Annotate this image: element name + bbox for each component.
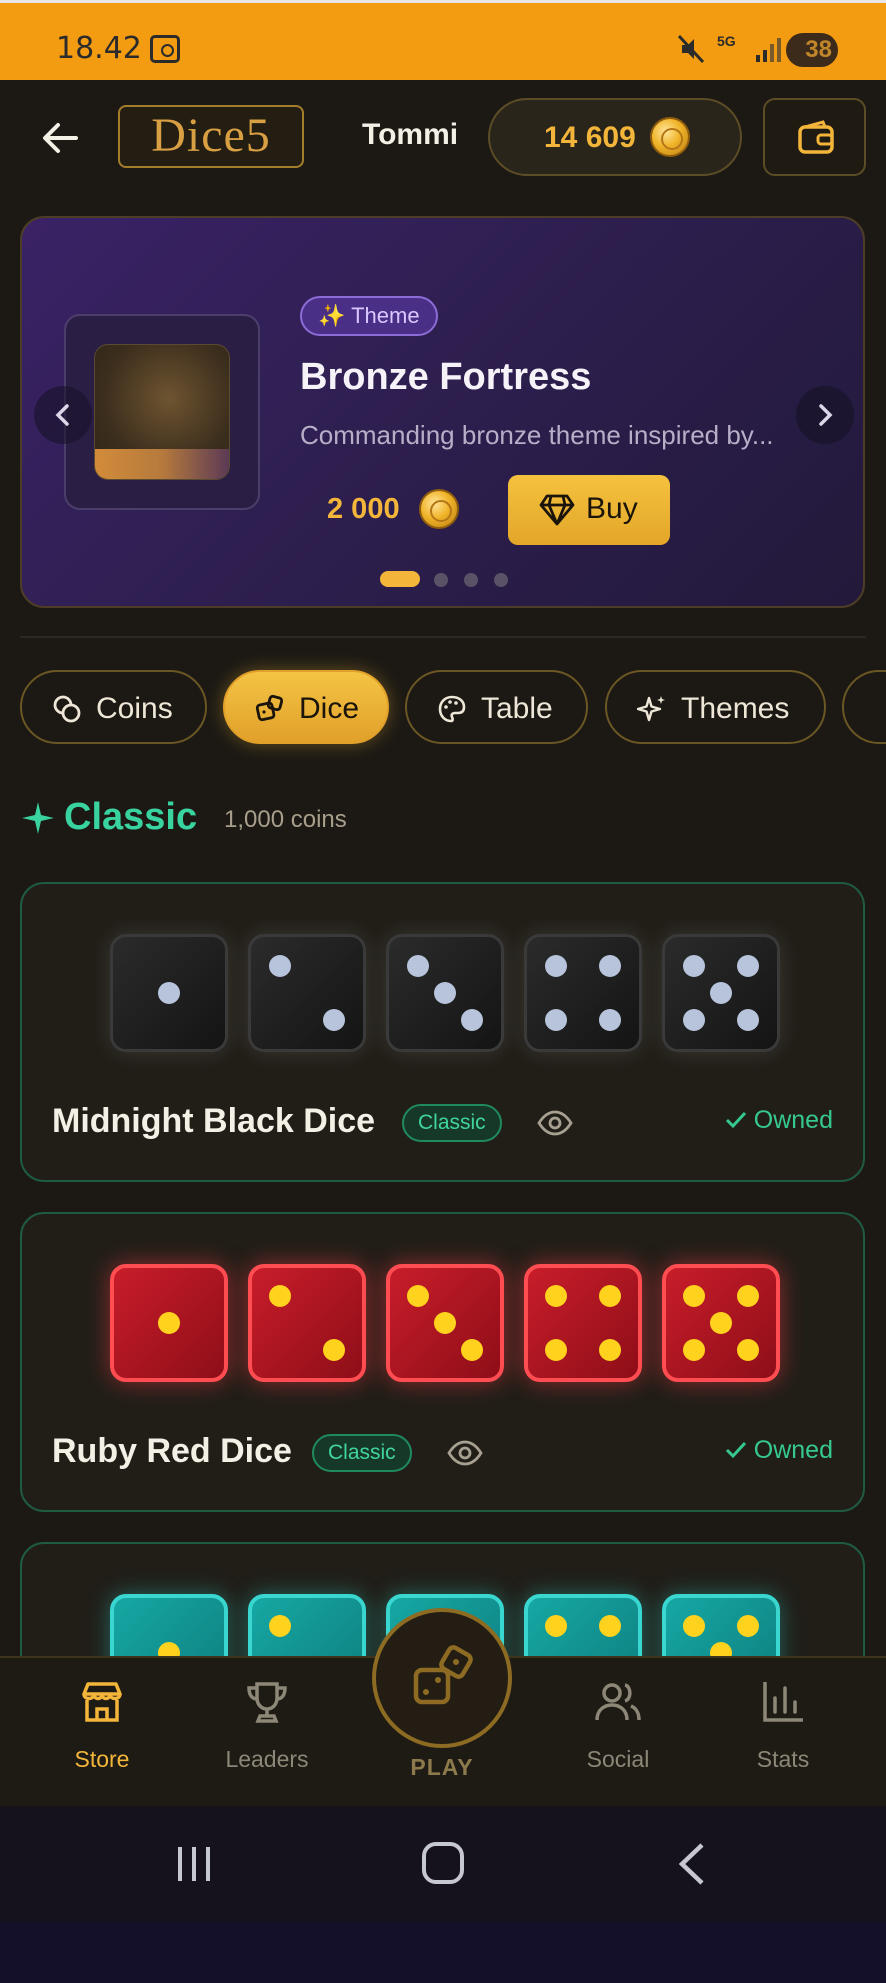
system-nav-bar: [0, 1806, 886, 1922]
promo-carousel: ✨ Theme Bronze Fortress Commanding bronz…: [20, 216, 865, 608]
divider: [20, 636, 866, 638]
battery-indicator: 38: [786, 33, 838, 67]
eye-icon[interactable]: [536, 1104, 574, 1142]
users-icon: [595, 1683, 641, 1721]
check-icon: [725, 1441, 746, 1459]
diamond-icon: [539, 494, 575, 526]
coin-icon: [419, 489, 459, 529]
mute-icon: [677, 34, 705, 64]
store-icon: [82, 1682, 122, 1722]
tab-label: Themes: [681, 692, 790, 725]
play-button[interactable]: [372, 1608, 512, 1748]
wallet-icon: [798, 120, 834, 154]
carousel-dot[interactable]: [464, 573, 478, 587]
die-face-3: [386, 934, 504, 1052]
app-area: Dice5 Tommi 14 609 ✨ Theme Bronze Fortre…: [0, 80, 886, 1806]
home-icon[interactable]: [422, 1842, 464, 1884]
nav-stats[interactable]: Stats: [713, 1658, 853, 1806]
recents-icon[interactable]: [175, 1844, 215, 1884]
owned-status: Owned: [724, 1106, 833, 1135]
die-face-2: [248, 1264, 366, 1382]
chevron-left-icon: [55, 404, 69, 426]
sparkle-icon: [22, 802, 54, 834]
nav-store[interactable]: Store: [32, 1658, 172, 1806]
dice-name: Ruby Red Dice: [52, 1432, 292, 1470]
die-face-4: [524, 934, 642, 1052]
section-title: Classic: [64, 796, 198, 838]
coins-icon: [53, 695, 81, 723]
dice-card-ruby-red[interactable]: Ruby Red Dice Classic Owned: [20, 1212, 865, 1512]
carousel-dot[interactable]: [494, 573, 508, 587]
screenshot-icon: [150, 35, 180, 63]
buy-label: Buy: [586, 492, 638, 525]
promo-price: 2 000: [327, 493, 400, 525]
balance-amount: 14 609: [544, 121, 636, 154]
die-face-4: [524, 1264, 642, 1382]
owned-status: Owned: [724, 1436, 833, 1465]
tab-coins[interactable]: Coins: [20, 670, 207, 744]
tab-label: Dice: [299, 692, 360, 725]
die-face-2: [248, 934, 366, 1052]
tab-dice[interactable]: Dice: [223, 670, 389, 744]
tab-label: Coins: [96, 692, 173, 725]
carousel-dot[interactable]: [380, 571, 420, 587]
promo-title: Bronze Fortress: [300, 356, 592, 398]
promo-theme-thumbnail: [94, 344, 230, 480]
tab-label: Table: [481, 692, 553, 725]
coin-icon: [650, 117, 690, 157]
promo-category-tag: ✨ Theme: [300, 296, 438, 336]
dice-card-midnight-black[interactable]: Midnight Black Dice Classic Owned: [20, 882, 865, 1182]
nav-leaders[interactable]: Leaders: [197, 1658, 337, 1806]
app-header: Dice5 Tommi 14 609: [0, 80, 886, 195]
die-face-5: [662, 1264, 780, 1382]
wallet-button[interactable]: [763, 98, 866, 176]
nav-label: Social: [586, 1746, 650, 1772]
coin-balance[interactable]: 14 609: [488, 98, 742, 176]
buy-button[interactable]: Buy: [508, 475, 670, 545]
tab-themes[interactable]: Themes: [605, 670, 826, 744]
die-face-3: [386, 1264, 504, 1382]
nav-label: Stats: [756, 1746, 810, 1772]
signal-icon: [756, 38, 781, 62]
back-icon[interactable]: [676, 1842, 706, 1886]
dice-icon: [255, 694, 284, 722]
tab-more[interactable]: [842, 670, 886, 744]
check-icon: [725, 1111, 746, 1129]
user-name[interactable]: Tommi: [362, 118, 458, 152]
eye-icon[interactable]: [446, 1434, 484, 1472]
status-bar: 18.42 5G 38: [0, 0, 886, 80]
tier-badge: Classic: [402, 1104, 502, 1142]
nav-label: Store: [74, 1746, 130, 1772]
screen-bottom-strip: [0, 1922, 886, 1983]
carousel-prev-button[interactable]: [34, 386, 92, 444]
die-face-1: [110, 934, 228, 1052]
nav-label: Leaders: [225, 1746, 309, 1772]
promo-description: Commanding bronze theme inspired by...: [300, 420, 774, 450]
trophy-icon: [247, 1682, 287, 1723]
play-label: PLAY: [410, 1754, 474, 1780]
nav-social[interactable]: Social: [548, 1658, 688, 1806]
sparkles-icon: [637, 696, 665, 722]
palette-icon: [438, 695, 466, 723]
tier-badge: Classic: [312, 1434, 412, 1472]
network-5g-icon: 5G: [717, 33, 736, 49]
back-arrow-icon[interactable]: [38, 118, 82, 158]
die-face-1: [110, 1264, 228, 1382]
bar-chart-icon: [763, 1682, 803, 1722]
die-face-5: [662, 934, 780, 1052]
tab-table[interactable]: Table: [405, 670, 588, 744]
dice-name: Midnight Black Dice: [52, 1102, 376, 1140]
status-time: 18.42: [56, 31, 142, 66]
promo-theme-preview[interactable]: [64, 314, 260, 510]
dice-icon: [413, 1645, 473, 1705]
carousel-dot[interactable]: [434, 573, 448, 587]
app-logo: Dice5: [118, 105, 304, 168]
section-price: 1,000 coins: [224, 806, 347, 833]
